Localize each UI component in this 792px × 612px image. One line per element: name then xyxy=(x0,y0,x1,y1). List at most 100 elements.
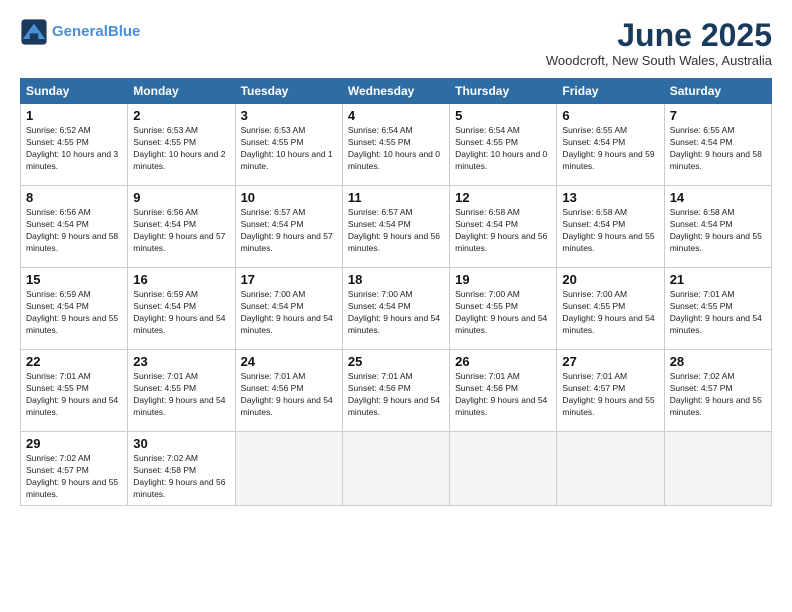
day-number: 6 xyxy=(562,108,658,123)
day-number: 16 xyxy=(133,272,229,287)
table-row: 21 Sunrise: 7:01 AM Sunset: 4:55 PM Dayl… xyxy=(664,268,771,350)
day-number: 17 xyxy=(241,272,337,287)
day-info: Sunrise: 6:58 AM Sunset: 4:54 PM Dayligh… xyxy=(455,207,551,255)
day-number: 18 xyxy=(348,272,444,287)
table-row: 16 Sunrise: 6:59 AM Sunset: 4:54 PM Dayl… xyxy=(128,268,235,350)
header: GeneralBlue June 2025 Woodcroft, New Sou… xyxy=(20,18,772,68)
day-number: 26 xyxy=(455,354,551,369)
day-info: Sunrise: 6:58 AM Sunset: 4:54 PM Dayligh… xyxy=(670,207,766,255)
calendar-body: 1 Sunrise: 6:52 AM Sunset: 4:55 PM Dayli… xyxy=(21,104,772,506)
day-info: Sunrise: 7:01 AM Sunset: 4:55 PM Dayligh… xyxy=(670,289,766,337)
table-row: 5 Sunrise: 6:54 AM Sunset: 4:55 PM Dayli… xyxy=(450,104,557,186)
table-row: 30 Sunrise: 7:02 AM Sunset: 4:58 PM Dayl… xyxy=(128,432,235,506)
table-row xyxy=(235,432,342,506)
logo: GeneralBlue xyxy=(20,18,140,46)
table-row: 13 Sunrise: 6:58 AM Sunset: 4:54 PM Dayl… xyxy=(557,186,664,268)
day-info: Sunrise: 7:02 AM Sunset: 4:58 PM Dayligh… xyxy=(133,453,229,501)
table-row: 26 Sunrise: 7:01 AM Sunset: 4:56 PM Dayl… xyxy=(450,350,557,432)
col-wednesday: Wednesday xyxy=(342,79,449,104)
day-number: 23 xyxy=(133,354,229,369)
logo-line1: General xyxy=(52,23,108,40)
day-info: Sunrise: 6:55 AM Sunset: 4:54 PM Dayligh… xyxy=(670,125,766,173)
logo-icon xyxy=(20,18,48,46)
day-info: Sunrise: 6:57 AM Sunset: 4:54 PM Dayligh… xyxy=(348,207,444,255)
table-row: 11 Sunrise: 6:57 AM Sunset: 4:54 PM Dayl… xyxy=(342,186,449,268)
day-info: Sunrise: 7:01 AM Sunset: 4:55 PM Dayligh… xyxy=(26,371,122,419)
col-sunday: Sunday xyxy=(21,79,128,104)
day-info: Sunrise: 7:01 AM Sunset: 4:56 PM Dayligh… xyxy=(348,371,444,419)
table-row: 7 Sunrise: 6:55 AM Sunset: 4:54 PM Dayli… xyxy=(664,104,771,186)
day-info: Sunrise: 6:54 AM Sunset: 4:55 PM Dayligh… xyxy=(455,125,551,173)
col-monday: Monday xyxy=(128,79,235,104)
day-info: Sunrise: 7:02 AM Sunset: 4:57 PM Dayligh… xyxy=(670,371,766,419)
title-block: June 2025 Woodcroft, New South Wales, Au… xyxy=(546,18,772,68)
table-row: 20 Sunrise: 7:00 AM Sunset: 4:55 PM Dayl… xyxy=(557,268,664,350)
day-number: 20 xyxy=(562,272,658,287)
day-info: Sunrise: 6:55 AM Sunset: 4:54 PM Dayligh… xyxy=(562,125,658,173)
day-number: 14 xyxy=(670,190,766,205)
day-number: 1 xyxy=(26,108,122,123)
table-row: 1 Sunrise: 6:52 AM Sunset: 4:55 PM Dayli… xyxy=(21,104,128,186)
table-row: 10 Sunrise: 6:57 AM Sunset: 4:54 PM Dayl… xyxy=(235,186,342,268)
day-number: 30 xyxy=(133,436,229,451)
day-number: 5 xyxy=(455,108,551,123)
table-row: 2 Sunrise: 6:53 AM Sunset: 4:55 PM Dayli… xyxy=(128,104,235,186)
day-number: 15 xyxy=(26,272,122,287)
day-number: 11 xyxy=(348,190,444,205)
day-info: Sunrise: 7:01 AM Sunset: 4:56 PM Dayligh… xyxy=(241,371,337,419)
table-row: 29 Sunrise: 7:02 AM Sunset: 4:57 PM Dayl… xyxy=(21,432,128,506)
header-row: Sunday Monday Tuesday Wednesday Thursday… xyxy=(21,79,772,104)
day-info: Sunrise: 7:00 AM Sunset: 4:54 PM Dayligh… xyxy=(241,289,337,337)
day-info: Sunrise: 6:58 AM Sunset: 4:54 PM Dayligh… xyxy=(562,207,658,255)
day-number: 2 xyxy=(133,108,229,123)
day-number: 28 xyxy=(670,354,766,369)
table-row: 6 Sunrise: 6:55 AM Sunset: 4:54 PM Dayli… xyxy=(557,104,664,186)
table-row: 3 Sunrise: 6:53 AM Sunset: 4:55 PM Dayli… xyxy=(235,104,342,186)
day-number: 24 xyxy=(241,354,337,369)
day-info: Sunrise: 7:01 AM Sunset: 4:56 PM Dayligh… xyxy=(455,371,551,419)
day-number: 10 xyxy=(241,190,337,205)
table-row: 27 Sunrise: 7:01 AM Sunset: 4:57 PM Dayl… xyxy=(557,350,664,432)
day-info: Sunrise: 6:53 AM Sunset: 4:55 PM Dayligh… xyxy=(133,125,229,173)
day-info: Sunrise: 7:00 AM Sunset: 4:55 PM Dayligh… xyxy=(562,289,658,337)
table-row: 24 Sunrise: 7:01 AM Sunset: 4:56 PM Dayl… xyxy=(235,350,342,432)
day-number: 21 xyxy=(670,272,766,287)
col-saturday: Saturday xyxy=(664,79,771,104)
day-info: Sunrise: 6:56 AM Sunset: 4:54 PM Dayligh… xyxy=(133,207,229,255)
table-row xyxy=(342,432,449,506)
day-number: 7 xyxy=(670,108,766,123)
day-info: Sunrise: 6:59 AM Sunset: 4:54 PM Dayligh… xyxy=(133,289,229,337)
day-number: 12 xyxy=(455,190,551,205)
page: GeneralBlue June 2025 Woodcroft, New Sou… xyxy=(0,0,792,612)
table-row: 19 Sunrise: 7:00 AM Sunset: 4:55 PM Dayl… xyxy=(450,268,557,350)
day-info: Sunrise: 7:00 AM Sunset: 4:54 PM Dayligh… xyxy=(348,289,444,337)
table-row: 25 Sunrise: 7:01 AM Sunset: 4:56 PM Dayl… xyxy=(342,350,449,432)
location: Woodcroft, New South Wales, Australia xyxy=(546,53,772,68)
day-number: 27 xyxy=(562,354,658,369)
table-row: 8 Sunrise: 6:56 AM Sunset: 4:54 PM Dayli… xyxy=(21,186,128,268)
day-info: Sunrise: 7:01 AM Sunset: 4:57 PM Dayligh… xyxy=(562,371,658,419)
logo-text: GeneralBlue xyxy=(52,23,140,40)
day-number: 8 xyxy=(26,190,122,205)
table-row: 18 Sunrise: 7:00 AM Sunset: 4:54 PM Dayl… xyxy=(342,268,449,350)
table-row: 22 Sunrise: 7:01 AM Sunset: 4:55 PM Dayl… xyxy=(21,350,128,432)
table-row: 12 Sunrise: 6:58 AM Sunset: 4:54 PM Dayl… xyxy=(450,186,557,268)
calendar-table: Sunday Monday Tuesday Wednesday Thursday… xyxy=(20,78,772,506)
day-info: Sunrise: 6:56 AM Sunset: 4:54 PM Dayligh… xyxy=(26,207,122,255)
day-info: Sunrise: 6:52 AM Sunset: 4:55 PM Dayligh… xyxy=(26,125,122,173)
day-number: 3 xyxy=(241,108,337,123)
logo-line2: Blue xyxy=(108,23,141,40)
table-row xyxy=(450,432,557,506)
table-row: 23 Sunrise: 7:01 AM Sunset: 4:55 PM Dayl… xyxy=(128,350,235,432)
table-row xyxy=(557,432,664,506)
day-info: Sunrise: 6:53 AM Sunset: 4:55 PM Dayligh… xyxy=(241,125,337,173)
col-friday: Friday xyxy=(557,79,664,104)
table-row: 4 Sunrise: 6:54 AM Sunset: 4:55 PM Dayli… xyxy=(342,104,449,186)
day-number: 19 xyxy=(455,272,551,287)
day-info: Sunrise: 7:00 AM Sunset: 4:55 PM Dayligh… xyxy=(455,289,551,337)
table-row: 17 Sunrise: 7:00 AM Sunset: 4:54 PM Dayl… xyxy=(235,268,342,350)
col-thursday: Thursday xyxy=(450,79,557,104)
day-number: 4 xyxy=(348,108,444,123)
day-number: 25 xyxy=(348,354,444,369)
table-row: 9 Sunrise: 6:56 AM Sunset: 4:54 PM Dayli… xyxy=(128,186,235,268)
